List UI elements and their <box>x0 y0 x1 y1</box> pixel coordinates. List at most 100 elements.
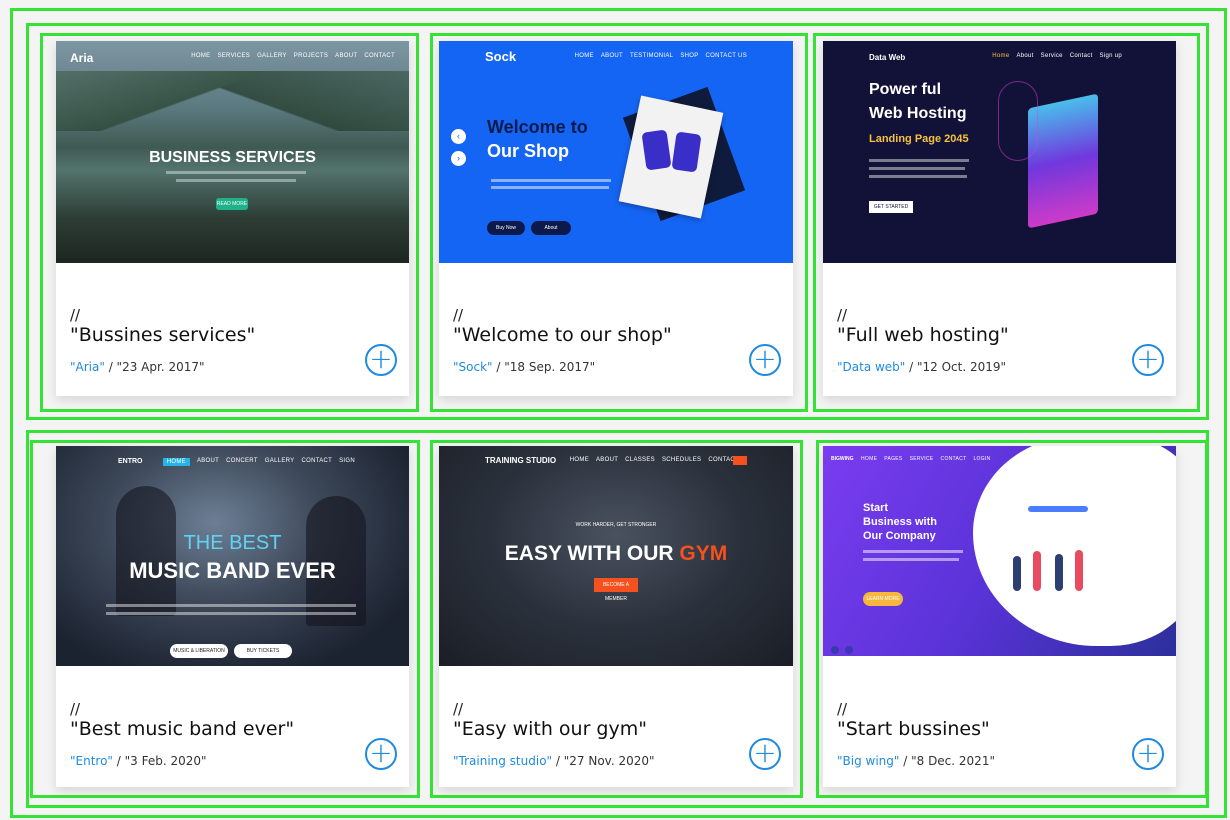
card-date: "18 Sep. 2017" <box>504 360 596 374</box>
nav-item: CONCERT <box>226 458 258 464</box>
card-title: "Best music band ever" <box>70 718 295 740</box>
boxing-glove-shape <box>641 129 672 171</box>
hero-part: EASY WITH OUR <box>504 542 680 565</box>
site-about-button: About <box>531 221 571 235</box>
card-subtitle: "Sock" / "18 Sep. 2017" <box>453 360 595 374</box>
card-meta: // "Easy with our gym" "Training studio"… <box>439 666 793 787</box>
portfolio-card-aria[interactable]: Aria HOME SERVICES GALLERY PROJECTS ABOU… <box>56 41 409 396</box>
portfolio-card-training[interactable]: TRAINING STUDIO HOME ABOUT CLASSES SCHED… <box>439 446 793 787</box>
nav-item: About <box>1016 53 1034 59</box>
expand-plus-icon[interactable]: + <box>365 738 397 770</box>
expand-plus-icon[interactable]: + <box>1132 344 1164 376</box>
portfolio-card-sock[interactable]: Sock HOME ABOUT TESTIMONIAL SHOP CONTACT… <box>439 41 793 396</box>
card-subtitle: "Data web" / "12 Oct. 2019" <box>837 360 1006 374</box>
nav-item: SHOP <box>680 53 699 59</box>
brand-link[interactable]: "Training studio" <box>453 754 552 768</box>
separator: / <box>104 360 117 374</box>
nav-item: ABOUT <box>335 53 358 59</box>
portfolio-card-bigwing[interactable]: BIGWING HOME PAGES SERVICE CONTACT LOGIN… <box>823 446 1176 787</box>
nav-item: HOME <box>574 53 594 59</box>
brand-link[interactable]: "Entro" <box>70 754 113 768</box>
circuit-lines <box>998 81 1038 161</box>
site-cta-button: GET STARTED <box>869 201 913 213</box>
site-hero-text <box>106 612 356 615</box>
nav-item: PAGES <box>884 456 903 462</box>
card-thumbnail[interactable]: ENTRO HOME ABOUT CONCERT GALLERY CONTACT… <box>56 446 409 666</box>
nav-item: CONTACT <box>301 458 333 464</box>
site-hero-line1: Welcome to <box>487 117 588 137</box>
nav-item: Contact <box>1069 53 1093 59</box>
card-thumbnail[interactable]: TRAINING STUDIO HOME ABOUT CLASSES SCHED… <box>439 446 793 666</box>
card-date: "27 Nov. 2020" <box>563 754 655 768</box>
card-meta: // "Best music band ever" "Entro" / "3 F… <box>56 666 409 787</box>
expand-plus-icon[interactable]: + <box>365 344 397 376</box>
nav-item: LOGIN <box>973 456 991 462</box>
site-logo: BIGWING <box>831 456 854 462</box>
site-hero-title: BUSINESS SERVICES <box>149 149 316 166</box>
site-logo: Aria <box>70 51 94 65</box>
slider-next-icon <box>845 646 853 654</box>
card-date: "8 Dec. 2021" <box>911 754 995 768</box>
site-logo-text: TRAINING STUDIO <box>485 456 557 465</box>
card-slashes: // <box>70 306 81 324</box>
slider-prev-icon: ‹ <box>451 129 466 144</box>
site-hero-text <box>491 179 611 182</box>
site-cta-button: LEARN MORE <box>863 592 903 606</box>
people-illustration <box>1075 550 1083 591</box>
card-meta: // "Start bussines" "Big wing" / "8 Dec.… <box>823 666 1176 787</box>
expand-plus-icon[interactable]: + <box>1132 738 1164 770</box>
brand-link[interactable]: "Aria" <box>70 360 105 374</box>
portfolio-card-entro[interactable]: ENTRO HOME ABOUT CONCERT GALLERY CONTACT… <box>56 446 409 787</box>
card-thumbnail[interactable]: BIGWING HOME PAGES SERVICE CONTACT LOGIN… <box>823 446 1176 656</box>
brand-link[interactable]: "Big wing" <box>837 754 899 768</box>
site-hero-text <box>106 604 356 607</box>
card-slashes: // <box>453 700 464 718</box>
boxing-glove-shape <box>671 131 702 173</box>
separator: / <box>112 754 125 768</box>
separator: / <box>552 754 564 768</box>
card-slashes: // <box>453 306 464 324</box>
site-tickets-button: BUY TICKETS <box>234 644 292 658</box>
site-hero-text <box>869 167 965 170</box>
nav-item: CLASSES <box>625 457 655 463</box>
site-cta-button: READ MORE <box>216 198 248 210</box>
site-hero-text <box>863 550 963 553</box>
card-subtitle: "Big wing" / "8 Dec. 2021" <box>837 754 995 768</box>
card-thumbnail[interactable]: Aria HOME SERVICES GALLERY PROJECTS ABOU… <box>56 41 409 263</box>
nav-item: PROJECTS <box>293 53 329 59</box>
site-nav: HOME SERVICES GALLERY PROJECTS ABOUT CON… <box>191 53 395 59</box>
separator: / <box>492 360 505 374</box>
nav-item: HOME <box>861 456 878 462</box>
brand-link[interactable]: "Data web" <box>837 360 905 374</box>
nav-item: HOME <box>162 458 190 466</box>
hero-accent: GYM <box>679 542 728 565</box>
site-logo: TRAINING STUDIO <box>485 456 556 465</box>
server-rack-illustration <box>1028 93 1098 229</box>
site-hero-text <box>869 159 969 162</box>
brand-link[interactable]: "Sock" <box>453 360 493 374</box>
nav-item: SERVICE <box>909 456 934 462</box>
card-date: "3 Feb. 2020" <box>124 754 207 768</box>
site-hero-line2: MUSIC BAND EVER <box>129 558 336 583</box>
card-title: "Easy with our gym" <box>453 718 647 740</box>
nav-item: CONTACT <box>940 456 967 462</box>
site-hero-line2: Business with <box>863 516 937 528</box>
mountain-shape <box>56 71 409 131</box>
nav-item: ABOUT <box>596 457 619 463</box>
nav-item: TESTIMONIAL <box>630 53 674 59</box>
site-nav: Home About Service Contact Sign up <box>992 53 1122 59</box>
nav-item: ABOUT <box>196 458 220 464</box>
card-thumbnail[interactable]: Sock HOME ABOUT TESTIMONIAL SHOP CONTACT… <box>439 41 793 263</box>
card-title: "Welcome to our shop" <box>453 324 672 346</box>
site-hero-text <box>491 186 609 189</box>
slider-prev-icon <box>831 646 839 654</box>
card-thumbnail[interactable]: Data Web Home About Service Contact Sign… <box>823 41 1176 263</box>
expand-plus-icon[interactable]: + <box>749 738 781 770</box>
site-logo: Sock <box>485 49 517 64</box>
site-hero-line1: THE BEST <box>183 532 282 554</box>
people-illustration <box>1055 554 1063 591</box>
expand-plus-icon[interactable]: + <box>749 344 781 376</box>
site-tagline: WORK HARDER, GET STRONGER <box>575 522 657 528</box>
nav-item: GALLERY <box>257 53 287 59</box>
portfolio-card-dataweb[interactable]: Data Web Home About Service Contact Sign… <box>823 41 1176 396</box>
